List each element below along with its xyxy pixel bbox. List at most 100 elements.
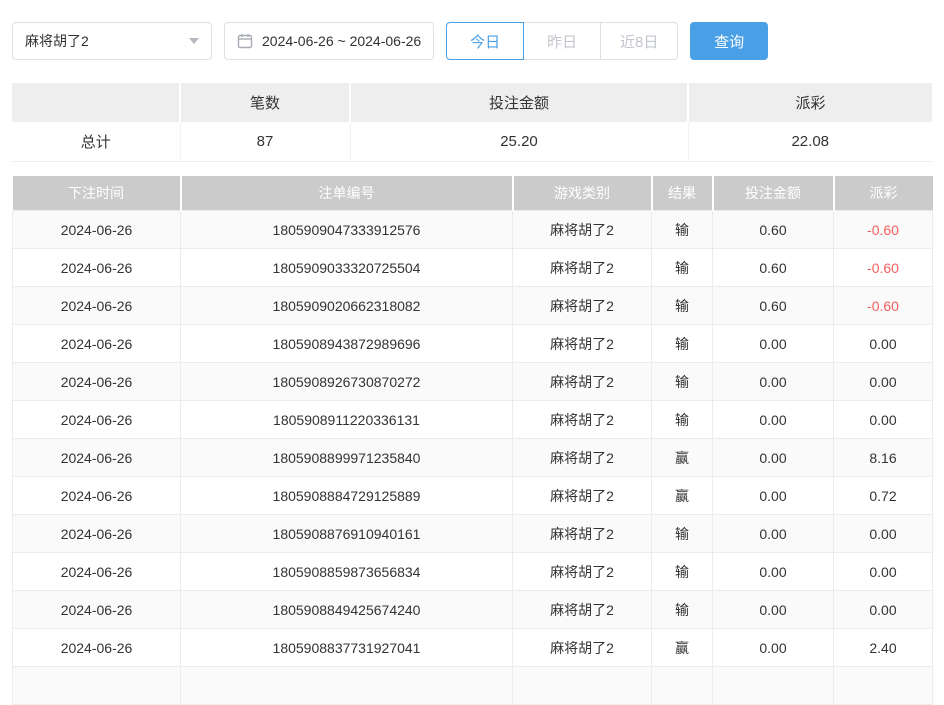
- summary-header-payout: 派彩: [688, 83, 932, 122]
- date-range-value: 2024-06-26 ~ 2024-06-26: [262, 33, 421, 49]
- date-range-picker[interactable]: 2024-06-26 ~ 2024-06-26: [224, 22, 434, 60]
- cell-time: 2024-06-26: [13, 515, 181, 553]
- table-row: 2024-06-261805908926730870272麻将胡了2输0.000…: [13, 363, 933, 401]
- table-row: 2024-06-261805908837731927041麻将胡了2赢0.002…: [13, 629, 933, 667]
- table-row: 2024-06-261805909033320725504麻将胡了2输0.60-…: [13, 249, 933, 287]
- cell-time: 2024-06-26: [13, 325, 181, 363]
- table-row: 2024-06-261805908899971235840麻将胡了2赢0.008…: [13, 439, 933, 477]
- cell-payout: -0.60: [834, 249, 933, 287]
- cell-game: 麻将胡了2: [513, 629, 652, 667]
- cell-bet: 0.60: [713, 249, 834, 287]
- quick-date-buttons: 今日昨日近8日: [446, 22, 678, 60]
- cell-payout: 0.72: [834, 477, 933, 515]
- chevron-down-icon: [189, 38, 199, 44]
- records-body: 2024-06-261805909047333912576麻将胡了2输0.60-…: [13, 211, 933, 705]
- cell-order-id: 1805908837731927041: [181, 629, 513, 667]
- cell-time: 2024-06-26: [13, 591, 181, 629]
- cell-time: 2024-06-26: [13, 439, 181, 477]
- column-header-game-type: 游戏类别: [513, 176, 652, 211]
- table-row: 2024-06-261805908849425674240麻将胡了2输0.000…: [13, 591, 933, 629]
- cell-result: 输: [652, 211, 713, 249]
- cell-bet: 0.00: [713, 629, 834, 667]
- summary-header-count: 笔数: [180, 83, 350, 122]
- column-header-bet-amount: 投注金额: [713, 176, 834, 211]
- quick-button-yesterday[interactable]: 昨日: [523, 22, 601, 60]
- cell-time: 2024-06-26: [13, 363, 181, 401]
- cell-order-id: 1805909020662318082: [181, 287, 513, 325]
- cell-game: 麻将胡了2: [513, 553, 652, 591]
- cell-payout: 0.00: [834, 363, 933, 401]
- cell-time: 2024-06-26: [13, 211, 181, 249]
- table-row: 2024-06-261805908911220336131麻将胡了2输0.000…: [13, 401, 933, 439]
- cell-order-id: 1805909047333912576: [181, 211, 513, 249]
- cell-result: 输: [652, 401, 713, 439]
- summary-total-payout: 22.08: [688, 122, 932, 161]
- summary-total-bet-amount: 25.20: [350, 122, 688, 161]
- search-button[interactable]: 查询: [690, 22, 768, 60]
- cell-time: 2024-06-26: [13, 249, 181, 287]
- cell-bet: 0.00: [713, 439, 834, 477]
- cell-payout: 8.16: [834, 439, 933, 477]
- cell-payout: 0.00: [834, 591, 933, 629]
- cell-order-id: [181, 667, 513, 705]
- table-row: 2024-06-261805909020662318082麻将胡了2输0.60-…: [13, 287, 933, 325]
- cell-time: [13, 667, 181, 705]
- cell-order-id: 1805908943872989696: [181, 325, 513, 363]
- cell-order-id: 1805908859873656834: [181, 553, 513, 591]
- cell-game: 麻将胡了2: [513, 325, 652, 363]
- cell-bet: 0.00: [713, 325, 834, 363]
- cell-order-id: 1805908884729125889: [181, 477, 513, 515]
- column-header-result: 结果: [652, 176, 713, 211]
- cell-game: 麻将胡了2: [513, 515, 652, 553]
- summary-header-empty: [12, 83, 180, 122]
- records-header-row: 下注时间 注单编号 游戏类别 结果 投注金额 派彩: [13, 176, 933, 211]
- column-header-payout: 派彩: [834, 176, 933, 211]
- summary-header-bet-amount: 投注金额: [350, 83, 688, 122]
- cell-payout: -0.60: [834, 287, 933, 325]
- quick-button-last8days[interactable]: 近8日: [600, 22, 678, 60]
- cell-game: 麻将胡了2: [513, 439, 652, 477]
- cell-bet: 0.60: [713, 211, 834, 249]
- table-row: 2024-06-261805909047333912576麻将胡了2输0.60-…: [13, 211, 933, 249]
- cell-bet: 0.00: [713, 553, 834, 591]
- summary-total-label: 总计: [12, 122, 180, 161]
- cell-result: 输: [652, 363, 713, 401]
- cell-game: 麻将胡了2: [513, 591, 652, 629]
- summary-total-row: 总计 87 25.20 22.08: [12, 122, 932, 161]
- cell-game: 麻将胡了2: [513, 249, 652, 287]
- game-select-value: 麻将胡了2: [25, 31, 89, 51]
- cell-result: 输: [652, 553, 713, 591]
- column-header-order-id: 注单编号: [181, 176, 513, 211]
- cell-payout: 0.00: [834, 515, 933, 553]
- cell-payout: 0.00: [834, 325, 933, 363]
- cell-payout: 0.00: [834, 401, 933, 439]
- cell-order-id: 1805908876910940161: [181, 515, 513, 553]
- summary-total-count: 87: [180, 122, 350, 161]
- cell-game: 麻将胡了2: [513, 401, 652, 439]
- summary-table: 笔数 投注金额 派彩 总计 87 25.20 22.08: [12, 83, 932, 162]
- cell-result: 输: [652, 287, 713, 325]
- cell-bet: 0.00: [713, 363, 834, 401]
- cell-result: 输: [652, 591, 713, 629]
- cell-payout: -0.60: [834, 211, 933, 249]
- filter-toolbar: 麻将胡了2 2024-06-26 ~ 2024-06-26 今日昨日近8日 查询: [12, 22, 932, 60]
- cell-payout: 0.00: [834, 553, 933, 591]
- table-row: 2024-06-261805908876910940161麻将胡了2输0.000…: [13, 515, 933, 553]
- cell-time: 2024-06-26: [13, 553, 181, 591]
- cell-payout: [834, 667, 933, 705]
- cell-order-id: 1805908911220336131: [181, 401, 513, 439]
- table-row: 2024-06-261805908943872989696麻将胡了2输0.000…: [13, 325, 933, 363]
- records-table: 下注时间 注单编号 游戏类别 结果 投注金额 派彩 2024-06-261805…: [12, 176, 933, 705]
- cell-result: 赢: [652, 477, 713, 515]
- cell-time: 2024-06-26: [13, 477, 181, 515]
- table-row: 2024-06-261805908859873656834麻将胡了2输0.000…: [13, 553, 933, 591]
- cell-bet: 0.00: [713, 591, 834, 629]
- cell-result: 赢: [652, 439, 713, 477]
- cell-time: 2024-06-26: [13, 629, 181, 667]
- quick-button-today[interactable]: 今日: [446, 22, 524, 60]
- game-select[interactable]: 麻将胡了2: [12, 22, 212, 60]
- column-header-bet-time: 下注时间: [13, 176, 181, 211]
- cell-order-id: 1805908849425674240: [181, 591, 513, 629]
- cell-payout: 2.40: [834, 629, 933, 667]
- cell-time: 2024-06-26: [13, 401, 181, 439]
